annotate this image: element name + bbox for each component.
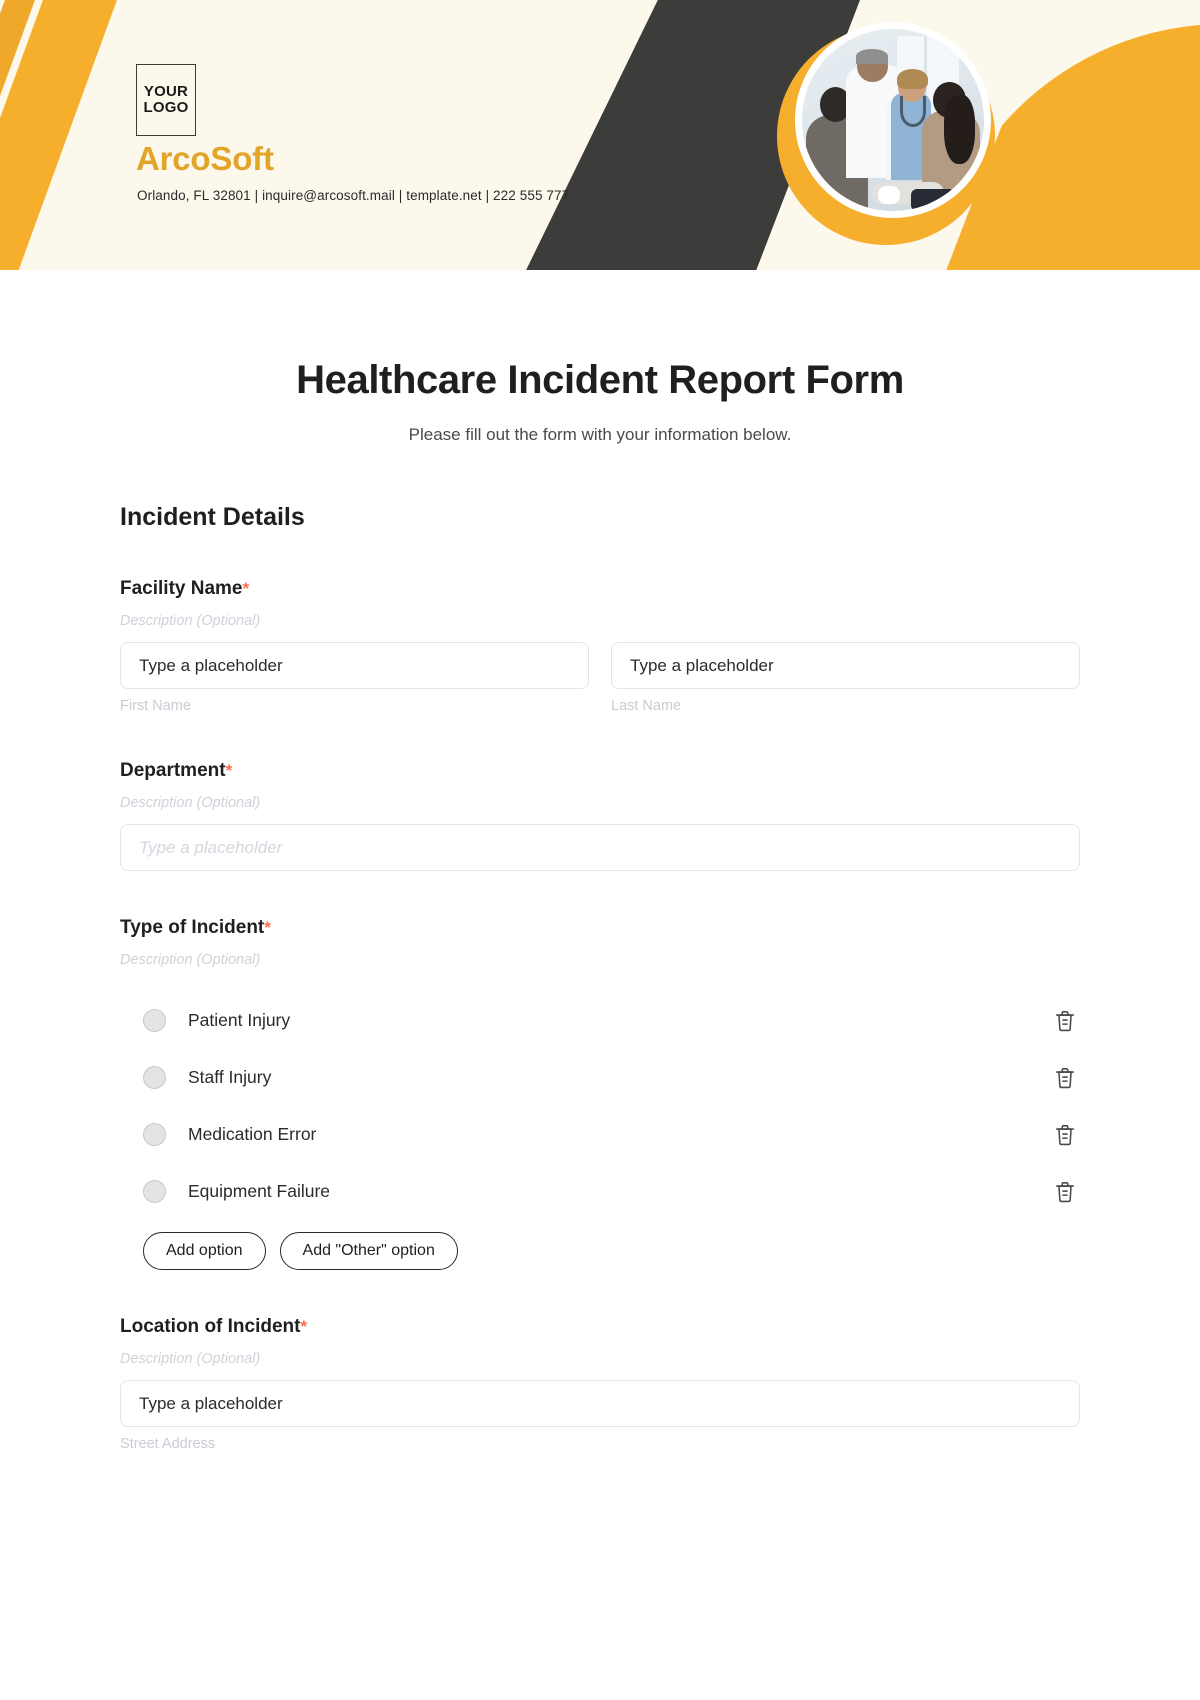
label-text: Department xyxy=(120,760,226,781)
field-department: Department* Description (Optional) Type … xyxy=(120,760,1080,871)
facility-first-name-input[interactable]: Type a placeholder xyxy=(120,642,589,689)
logo-placeholder: YOUR LOGO xyxy=(136,64,196,136)
option-label: Staff Injury xyxy=(188,1067,272,1087)
portrait-patient-right-hair xyxy=(943,94,975,164)
option-label: Equipment Failure xyxy=(188,1181,331,1201)
trash-icon[interactable] xyxy=(1054,1180,1076,1204)
street-address-input[interactable]: Type a placeholder xyxy=(120,1380,1080,1427)
input-row-department: Type a placeholder xyxy=(120,824,1080,871)
input-row-location-of-incident: Type a placeholder xyxy=(120,1380,1080,1427)
list-item[interactable]: Patient Injury xyxy=(120,992,1080,1049)
add-option-button[interactable]: Add option xyxy=(143,1232,266,1270)
field-label-type-of-incident: Type of Incident* xyxy=(120,917,1080,939)
trash-icon[interactable] xyxy=(1054,1066,1076,1090)
sub-label-first-name: First Name xyxy=(120,698,191,714)
list-item[interactable]: Equipment Failure xyxy=(120,1163,1080,1220)
header-portrait xyxy=(795,22,991,218)
page-title: Healthcare Incident Report Form xyxy=(296,358,904,402)
portrait-stethoscope xyxy=(900,96,926,128)
trash-icon[interactable] xyxy=(1054,1009,1076,1033)
label-text: Location of Incident xyxy=(120,1316,301,1337)
page-subtitle: Please fill out the form with your infor… xyxy=(408,425,792,444)
contact-info: Orlando, FL 32801 | inquire@arcosoft.mai… xyxy=(137,188,570,203)
trash-icon[interactable] xyxy=(1054,1123,1076,1147)
brand-name: ArcoSoft xyxy=(136,140,274,177)
required-marker: * xyxy=(264,918,271,937)
department-input[interactable]: Type a placeholder xyxy=(120,824,1080,871)
portrait-image xyxy=(802,29,984,211)
label-text: Type of Incident xyxy=(120,917,265,938)
sub-label-row-location: Street Address xyxy=(120,1436,1080,1452)
radio-icon[interactable] xyxy=(143,1009,166,1032)
input-row-facility-name: Type a placeholder Type a placeholder xyxy=(120,642,1080,689)
field-description-type-of-incident: Description (Optional) xyxy=(120,952,261,968)
option-label: Patient Injury xyxy=(188,1010,291,1030)
sub-label-last-name: Last Name xyxy=(611,698,682,714)
list-item[interactable]: Medication Error xyxy=(120,1106,1080,1163)
option-list: Patient Injury Staff Injury Medication E… xyxy=(120,992,1080,1220)
portrait-foreground xyxy=(911,189,955,211)
field-description-department: Description (Optional) xyxy=(120,795,261,811)
section-title-incident-details: Incident Details xyxy=(120,503,305,531)
page-header: YOUR LOGO ArcoSoft Orlando, FL 32801 | i… xyxy=(0,0,1200,270)
field-facility-name: Facility Name* Description (Optional) Ty… xyxy=(120,578,1080,714)
sub-label-street-address: Street Address xyxy=(120,1436,216,1452)
field-description-facility-name: Description (Optional) xyxy=(120,613,261,629)
sub-label-row-facility-name: First Name Last Name xyxy=(120,698,1080,714)
facility-last-name-input[interactable]: Type a placeholder xyxy=(611,642,1080,689)
radio-icon[interactable] xyxy=(143,1180,166,1203)
required-marker: * xyxy=(300,1317,308,1336)
field-label-facility-name: Facility Name* xyxy=(120,578,1080,600)
field-label-location-of-incident: Location of Incident* xyxy=(120,1316,1080,1338)
form-body: Healthcare Incident Report Form Please f… xyxy=(0,358,1200,1452)
portrait-shoe xyxy=(878,185,901,204)
label-text: Facility Name xyxy=(120,578,243,599)
portrait-doctor-hair xyxy=(855,49,889,64)
field-label-department: Department* xyxy=(120,760,1080,782)
list-item[interactable]: Staff Injury xyxy=(120,1049,1080,1106)
required-marker: * xyxy=(242,579,250,598)
radio-icon[interactable] xyxy=(143,1066,166,1089)
field-description-location-of-incident: Description (Optional) xyxy=(120,1351,261,1367)
add-other-option-button[interactable]: Add "Other" option xyxy=(279,1232,458,1270)
field-type-of-incident: Type of Incident* Description (Optional)… xyxy=(120,917,1080,1270)
required-marker: * xyxy=(225,761,233,780)
radio-icon[interactable] xyxy=(143,1123,166,1146)
logo-line-2: LOGO xyxy=(143,99,189,116)
option-actions: Add option Add "Other" option xyxy=(120,1232,1080,1270)
logo-line-1: YOUR xyxy=(143,82,189,100)
field-location-of-incident: Location of Incident* Description (Optio… xyxy=(120,1316,1080,1452)
option-label: Medication Error xyxy=(188,1124,317,1144)
portrait-nurse-hair xyxy=(896,69,928,90)
